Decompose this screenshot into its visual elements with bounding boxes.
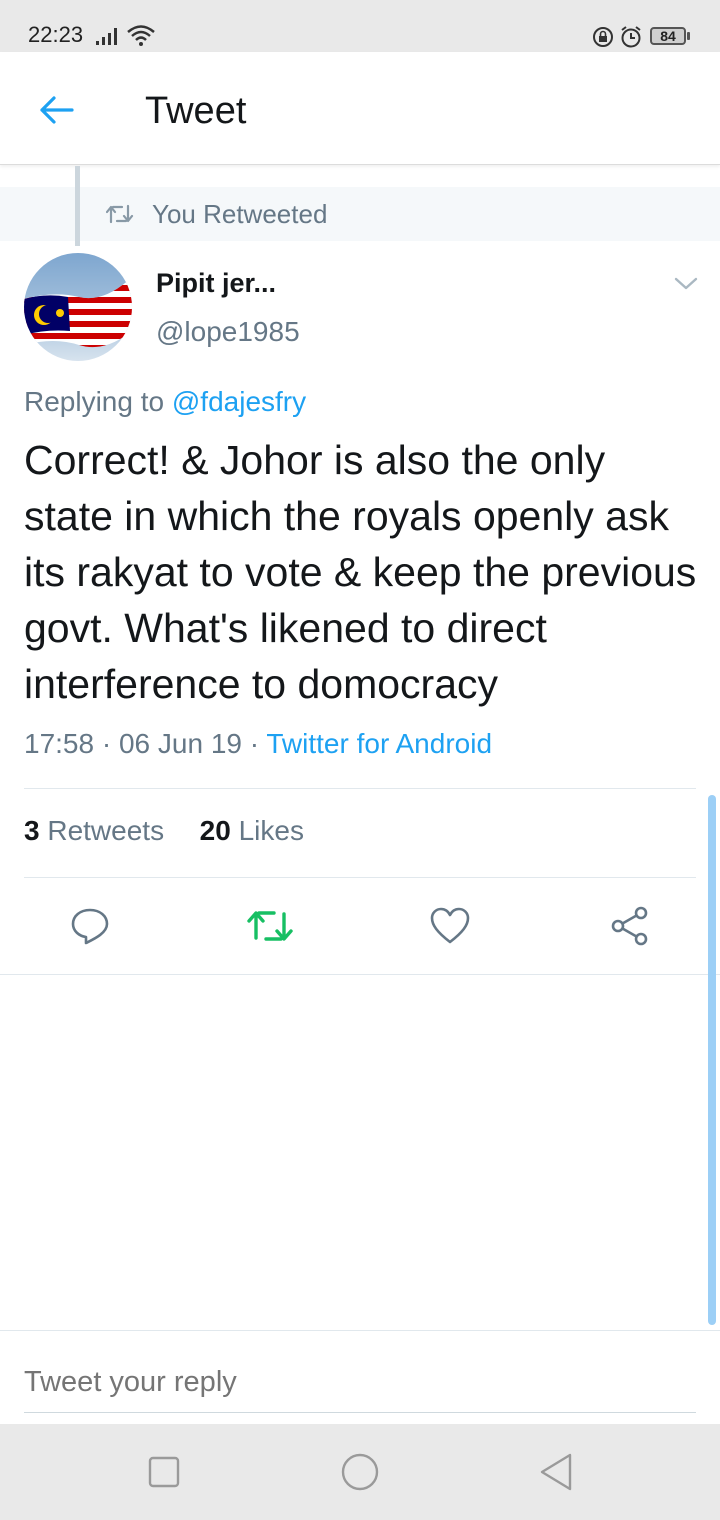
app-bar xyxy=(0,52,720,165)
likes-count-link[interactable]: 20 Likes xyxy=(200,815,304,846)
tweet-date: 06 Jun 19 xyxy=(118,728,242,759)
avatar[interactable] xyxy=(24,253,132,361)
meta-separator: · xyxy=(94,728,119,759)
likes-count: 20 xyxy=(199,815,231,846)
tweet-text: Correct! & Johor is also the only state … xyxy=(24,437,697,707)
share-button[interactable] xyxy=(600,896,660,956)
retweets-count: 3 xyxy=(24,815,40,846)
scrollbar[interactable] xyxy=(708,795,716,1325)
tweet-source-link[interactable]: Twitter for Android xyxy=(266,728,492,759)
heart-icon xyxy=(430,907,470,944)
home-circle-icon[interactable] xyxy=(340,1452,380,1492)
reply-underline xyxy=(24,1412,696,1413)
replying-mention-link[interactable]: @fdajesfry xyxy=(172,386,306,417)
arrow-left-icon xyxy=(40,96,74,124)
divider xyxy=(0,1330,720,1331)
back-triangle-icon[interactable] xyxy=(538,1452,574,1492)
divider xyxy=(24,788,696,789)
wifi-icon xyxy=(127,25,155,46)
back-button[interactable] xyxy=(28,88,84,132)
author-handle[interactable]: @lope1985 xyxy=(156,316,300,348)
page-title: Tweet xyxy=(145,90,247,132)
share-icon xyxy=(611,906,648,946)
signal-icon xyxy=(96,28,117,45)
rotation-lock-icon xyxy=(593,27,613,47)
reply-icon xyxy=(71,908,109,945)
chevron-down-icon[interactable] xyxy=(672,272,700,294)
retweet-icon xyxy=(247,911,293,941)
battery-indicator: 84 xyxy=(650,27,686,45)
retweets-label: Retweets xyxy=(47,815,165,846)
like-button[interactable] xyxy=(420,896,480,956)
recents-square-icon[interactable] xyxy=(148,1456,180,1488)
divider xyxy=(24,877,696,878)
meta-separator: · xyxy=(241,728,267,759)
engagement-counts: 3 Retweets 20 Likes xyxy=(24,815,304,847)
reply-input[interactable] xyxy=(24,1358,696,1406)
malaysia-flag-avatar-image xyxy=(24,253,132,361)
status-time: 22:23 xyxy=(28,22,84,47)
retweet-context-label: You Retweeted xyxy=(152,199,328,229)
tweet-time: 17:58 xyxy=(24,728,95,759)
likes-label: Likes xyxy=(238,815,304,846)
retweets-count-link[interactable]: 3 Retweets xyxy=(24,815,164,846)
divider xyxy=(0,974,720,975)
replying-prefix: Replying to xyxy=(24,386,165,417)
thread-line xyxy=(75,166,80,246)
battery-tip xyxy=(687,32,690,40)
tweet-meta: 17:58 · 06 Jun 19 · Twitter for Android xyxy=(24,728,492,760)
alarm-icon xyxy=(621,26,641,48)
retweet-context-icon xyxy=(106,204,134,224)
author-name[interactable]: Pipit jer... xyxy=(156,268,276,299)
replying-to: Replying to @fdajesfry xyxy=(24,386,306,418)
reply-button[interactable] xyxy=(60,896,120,956)
retweet-button[interactable] xyxy=(240,896,300,956)
